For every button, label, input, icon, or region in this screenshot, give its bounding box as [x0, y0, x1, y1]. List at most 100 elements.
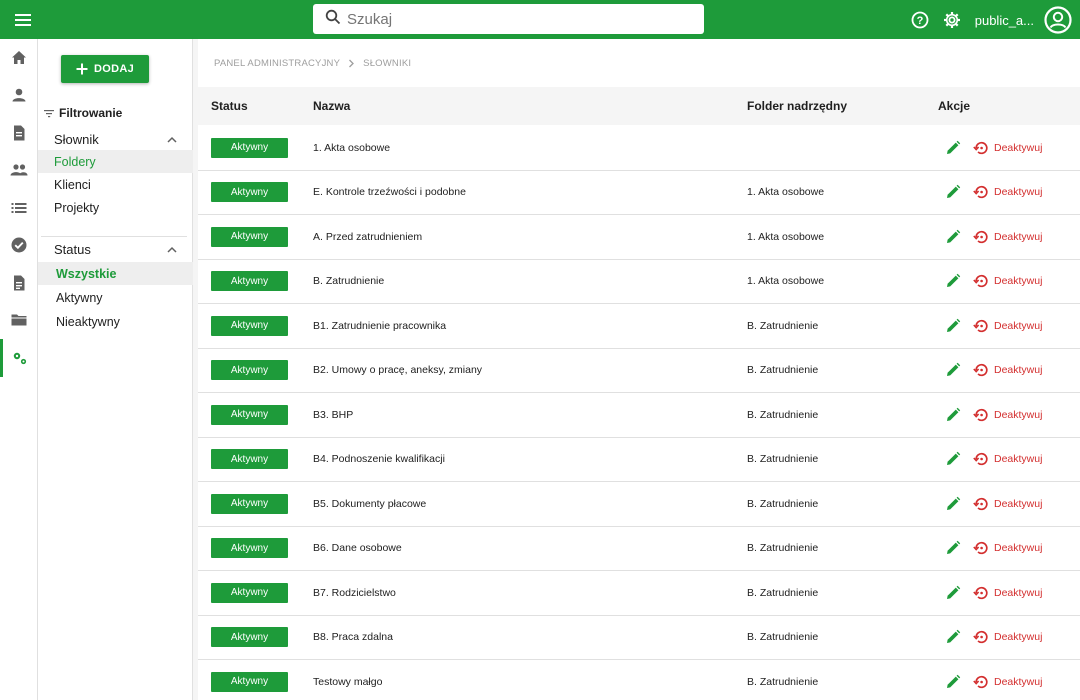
dictionary-option-clients[interactable]: Klienci: [38, 173, 193, 196]
edit-pencil-icon[interactable]: [944, 228, 962, 246]
help-icon[interactable]: ?: [909, 9, 931, 31]
status-cell: Aktywny: [211, 137, 288, 158]
person-icon[interactable]: [0, 77, 37, 115]
settings-icon[interactable]: [941, 9, 963, 31]
status-badge[interactable]: Aktywny: [211, 671, 288, 692]
deactivate-button[interactable]: Deaktywuj: [973, 451, 1042, 467]
actions-cell: Deaktywuj: [938, 406, 1042, 424]
account-avatar-icon[interactable]: [1044, 6, 1072, 34]
add-button-label: DODAJ: [93, 63, 134, 75]
deactivate-button[interactable]: Deaktywuj: [973, 674, 1042, 690]
status-option-inactive[interactable]: Nieaktywny: [38, 310, 193, 333]
menu-icon[interactable]: [13, 10, 35, 30]
restore-history-icon: [973, 631, 988, 644]
list-icon[interactable]: [0, 189, 37, 227]
deactivate-button[interactable]: Deaktywuj: [973, 629, 1042, 645]
status-cell: Aktywny: [211, 449, 288, 470]
deactivate-button[interactable]: Deaktywuj: [973, 318, 1042, 334]
actions-cell: Deaktywuj: [938, 495, 1042, 513]
name-cell: B7. Rodzicielstwo: [313, 586, 396, 599]
settings-gears-icon[interactable]: [0, 339, 37, 377]
dictionary-option-folders[interactable]: Foldery: [38, 150, 193, 173]
name-cell: B1. Zatrudnienie pracownika: [313, 319, 447, 332]
edit-pencil-icon[interactable]: [944, 584, 962, 602]
edit-pencil-icon[interactable]: [944, 673, 962, 691]
status-group-toggle[interactable]: Status: [38, 238, 193, 260]
status-group-label: Status: [54, 241, 91, 257]
table-row: Aktywny B6. Dane osobowe B. Zatrudnienie De…: [198, 527, 1080, 571]
dictionary-group-label: Słownik: [54, 131, 99, 147]
edit-pencil-icon[interactable]: [944, 139, 962, 157]
actions-cell: Deaktywuj: [938, 228, 1042, 246]
edit-pencil-icon[interactable]: [944, 272, 962, 290]
actions-cell: Deaktywuj: [938, 584, 1042, 602]
edit-pencil-icon[interactable]: [944, 406, 962, 424]
edit-pencil-icon[interactable]: [944, 628, 962, 646]
status-badge[interactable]: Aktywny: [211, 404, 288, 425]
status-option-active[interactable]: Aktywny: [38, 286, 193, 309]
top-right-tools: ? public_a...: [909, 5, 1072, 35]
status-option-all[interactable]: Wszystkie: [38, 262, 193, 285]
nav-rail: [0, 39, 38, 700]
svg-text:?: ?: [916, 15, 923, 27]
deactivate-button[interactable]: Deaktywuj: [973, 140, 1042, 156]
status-badge[interactable]: Aktywny: [211, 449, 288, 470]
dictionary-option-projects[interactable]: Projekty: [38, 196, 193, 219]
edit-pencil-icon[interactable]: [944, 539, 962, 557]
document-icon[interactable]: [0, 114, 37, 152]
deactivate-label: Deaktywuj: [994, 631, 1043, 644]
chevron-right-icon: [349, 59, 355, 68]
status-badge[interactable]: Aktywny: [211, 182, 288, 203]
table-row: Aktywny 1. Akta osobowe Deaktywuj: [198, 126, 1080, 171]
status-badge[interactable]: Aktywny: [211, 582, 288, 603]
breadcrumb-admin-panel[interactable]: PANEL ADMINISTRACYJNY: [214, 58, 340, 69]
folder-icon[interactable]: [0, 302, 37, 340]
deactivate-button[interactable]: Deaktywuj: [973, 184, 1042, 200]
status-badge[interactable]: Aktywny: [211, 315, 288, 336]
deactivate-label: Deaktywuj: [994, 408, 1043, 421]
parent-folder-cell: B. Zatrudnienie: [747, 542, 819, 555]
username[interactable]: public_a...: [975, 13, 1034, 28]
parent-folder-cell: B. Zatrudnienie: [747, 319, 819, 332]
status-badge[interactable]: Aktywny: [211, 538, 288, 559]
restore-history-icon: [973, 675, 988, 688]
people-icon[interactable]: [0, 152, 37, 190]
edit-pencil-icon[interactable]: [944, 450, 962, 468]
status-cell: Aktywny: [211, 627, 288, 648]
status-badge[interactable]: Aktywny: [211, 627, 288, 648]
edit-pencil-icon[interactable]: [944, 361, 962, 379]
edit-pencil-icon[interactable]: [944, 317, 962, 335]
deactivate-label: Deaktywuj: [994, 675, 1043, 688]
status-badge[interactable]: Aktywny: [211, 360, 288, 381]
breadcrumb: PANEL ADMINISTRACYJNY SŁOWNIKI: [214, 58, 411, 69]
plus-icon: [76, 63, 88, 75]
filter-panel: DODAJ Filtrowanie Słownik Foldery Klienc…: [38, 39, 193, 700]
status-badge[interactable]: Aktywny: [211, 226, 288, 247]
deactivate-label: Deaktywuj: [994, 542, 1043, 555]
edit-pencil-icon[interactable]: [944, 183, 962, 201]
status-cell: Aktywny: [211, 182, 288, 203]
deactivate-button[interactable]: Deaktywuj: [973, 229, 1042, 245]
status-badge[interactable]: Aktywny: [211, 493, 288, 514]
status-badge[interactable]: Aktywny: [211, 137, 288, 158]
home-icon[interactable]: [0, 39, 37, 77]
deactivate-button[interactable]: Deaktywuj: [973, 407, 1042, 423]
status-badge[interactable]: Aktywny: [211, 271, 288, 292]
actions-cell: Deaktywuj: [938, 272, 1042, 290]
deactivate-button[interactable]: Deaktywuj: [973, 362, 1042, 378]
parent-folder-cell: B. Zatrudnienie: [747, 408, 819, 421]
deactivate-button[interactable]: Deaktywuj: [973, 585, 1042, 601]
deactivate-button[interactable]: Deaktywuj: [973, 496, 1042, 512]
deactivate-button[interactable]: Deaktywuj: [973, 540, 1042, 556]
table-row: Aktywny E. Kontrole trzeźwości i podobne 1…: [198, 171, 1080, 215]
search-input[interactable]: [347, 10, 677, 28]
deactivate-button[interactable]: Deaktywuj: [973, 273, 1042, 289]
dictionary-group-toggle[interactable]: Słownik: [38, 128, 193, 150]
name-cell: B. Zatrudnienie: [313, 275, 385, 288]
file-icon[interactable]: [0, 264, 37, 302]
table-row: Aktywny Testowy małgo B. Zatrudnienie Deakt…: [198, 660, 1080, 700]
edit-pencil-icon[interactable]: [944, 495, 962, 513]
check-circle-icon[interactable]: [0, 227, 37, 265]
parent-folder-cell: B. Zatrudnienie: [747, 586, 819, 599]
add-button[interactable]: DODAJ: [61, 55, 149, 83]
